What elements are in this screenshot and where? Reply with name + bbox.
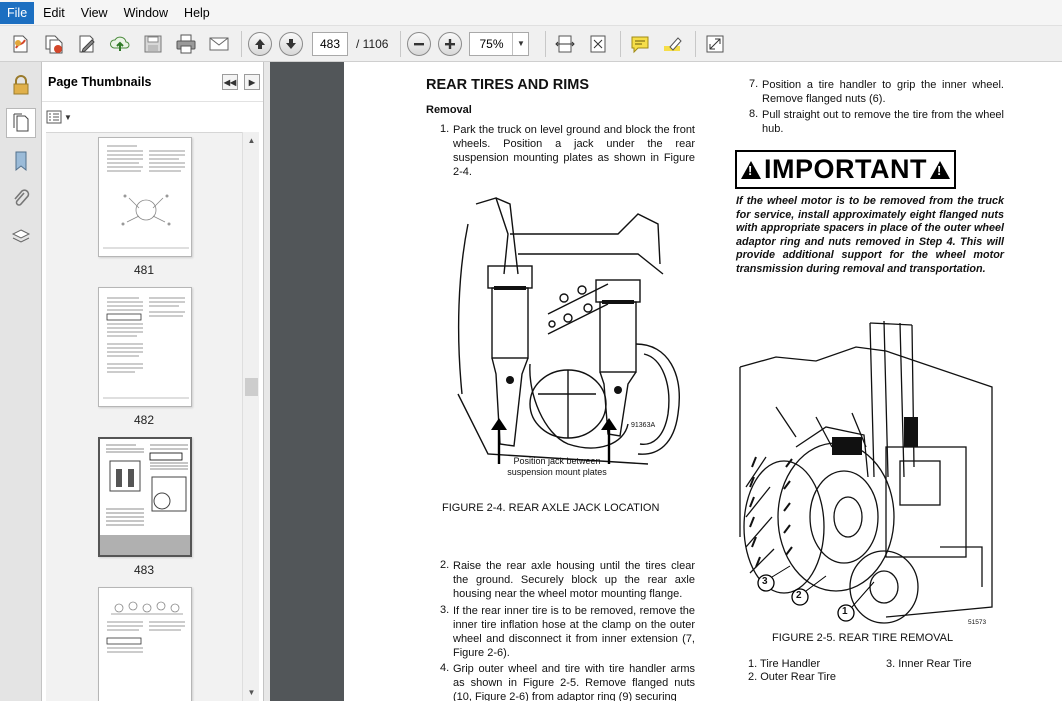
menu-edit[interactable]: Edit (36, 2, 72, 24)
bookmarks-icon[interactable] (6, 146, 36, 176)
callout-2: 2 (796, 590, 802, 601)
highlight-icon[interactable] (660, 31, 686, 57)
step-number: 1. (440, 123, 450, 135)
toolbar-separator (400, 30, 402, 57)
menu-bar: File Edit View Window Help (0, 0, 1062, 26)
thumbnail-page-483[interactable] (98, 437, 192, 557)
edit-icon[interactable] (74, 31, 100, 57)
document-viewer[interactable]: REAR TIRES AND RIMS Removal 1. Park the … (270, 62, 1062, 701)
fit-page-icon[interactable] (585, 31, 611, 57)
attachments-icon[interactable] (6, 184, 36, 214)
fullscreen-icon[interactable] (702, 31, 728, 57)
step-number: 7. (749, 78, 759, 90)
comment-icon[interactable] (627, 31, 653, 57)
prev-page-icon[interactable] (248, 31, 272, 56)
menu-window[interactable]: Window (117, 2, 175, 24)
page-total-label: / 1106 (356, 36, 389, 51)
thumbnail-list[interactable]: 481 482 483 (46, 132, 242, 701)
figure-2-5-code: 51573 (968, 619, 987, 626)
zoom-select[interactable]: 75% ▼ (469, 31, 530, 56)
options-menu-icon[interactable]: ▼ (46, 108, 72, 126)
section-title: REAR TIRES AND RIMS (426, 77, 589, 93)
figure-2-4-note: Position jack between suspension mount p… (507, 456, 607, 477)
thumbnail-scrollbar[interactable]: ▲ ▼ (242, 132, 259, 701)
thumbnail-page-482[interactable] (98, 287, 192, 407)
thumbnails-panel: Page Thumbnails ◀◀ ▶ ▼ 481 482 483 ▲ ▼ (42, 62, 264, 701)
step-number: 2. (440, 559, 450, 571)
callout-1: 1 (842, 606, 848, 617)
page-thumbnails-icon[interactable] (5, 108, 36, 138)
upload-icon[interactable] (107, 31, 133, 57)
scroll-down-icon[interactable]: ▼ (243, 684, 260, 701)
figure-2-4-caption: FIGURE 2-4. REAR AXLE JACK LOCATION (442, 502, 660, 514)
pdf-page: REAR TIRES AND RIMS Removal 1. Park the … (344, 62, 1062, 701)
page-number-input[interactable]: 483 (312, 31, 348, 56)
step-4: Grip outer wheel and tire with tire hand… (453, 663, 695, 701)
step-number: 3. (440, 604, 450, 616)
legend-item-3: 3. Inner Rear Tire (886, 658, 972, 670)
panel-title: Page Thumbnails (48, 74, 152, 89)
menu-view[interactable]: View (74, 2, 115, 24)
collapse-panel-icon[interactable]: ◀◀ (222, 74, 238, 90)
zoom-in-icon[interactable] (438, 31, 463, 56)
step-number: 8. (749, 108, 759, 120)
zoom-out-icon[interactable] (407, 31, 432, 56)
save-icon[interactable] (140, 31, 166, 57)
menu-help[interactable]: Help (177, 2, 217, 24)
figure-2-4-code: 91363A (631, 422, 656, 429)
figure-2-5-caption: FIGURE 2-5. REAR TIRE REMOVAL (772, 632, 954, 644)
important-banner: IMPORTANT (735, 150, 956, 189)
step-2: Raise the rear axle housing until the ti… (453, 560, 695, 600)
zoom-value: 75% (479, 36, 504, 51)
scroll-up-icon[interactable]: ▲ (243, 132, 260, 149)
important-label: IMPORTANT (764, 154, 927, 184)
toolbar: 483 / 1106 75% ▼ (0, 26, 1062, 62)
step-7: Position a tire handler to grip the inne… (762, 79, 1004, 105)
thumbnail-label: 483 (133, 563, 155, 577)
navigation-rail (0, 62, 42, 701)
thumbnail-label: 481 (133, 263, 155, 277)
scrollbar-thumb[interactable] (245, 378, 258, 396)
panel-tools: ▼ (42, 102, 263, 132)
step-number: 4. (440, 662, 450, 674)
toolbar-separator (695, 30, 697, 57)
important-text: If the wheel motor is to be removed from… (736, 195, 1004, 275)
panel-header: Page Thumbnails ◀◀ ▶ (42, 62, 263, 102)
chevron-down-icon[interactable]: ▼ (512, 32, 528, 55)
layers-icon[interactable] (6, 222, 36, 252)
callout-3: 3 (762, 576, 768, 587)
email-icon[interactable] (206, 31, 232, 57)
warning-icon (929, 160, 950, 179)
thumbnail-label: 482 (133, 413, 155, 427)
expand-panel-icon[interactable]: ▶ (244, 74, 260, 90)
toolbar-separator (241, 30, 242, 57)
lock-icon[interactable] (6, 70, 36, 100)
next-page-icon[interactable] (279, 31, 303, 56)
legend-item-2: 2. Outer Rear Tire (748, 671, 837, 683)
toolbar-separator (620, 30, 622, 57)
print-icon[interactable] (173, 31, 199, 57)
combine-icon[interactable] (41, 31, 67, 57)
section-subtitle: Removal (426, 104, 472, 116)
thumbnail-page-484[interactable] (98, 587, 192, 701)
step-3: If the rear inner tire is to be removed,… (453, 605, 695, 659)
toolbar-separator (545, 30, 547, 57)
menu-file[interactable]: File (0, 1, 35, 24)
step-1: Park the truck on level ground and block… (453, 124, 695, 178)
create-pdf-icon[interactable] (8, 31, 34, 57)
thumbnail-page-481[interactable] (98, 137, 192, 257)
step-8: Pull straight out to remove the tire fro… (762, 109, 1004, 135)
warning-icon (741, 160, 761, 179)
fit-width-icon[interactable] (552, 31, 578, 57)
legend-item-1: 1. Tire Handler (748, 658, 821, 670)
figure-callouts (757, 565, 875, 622)
